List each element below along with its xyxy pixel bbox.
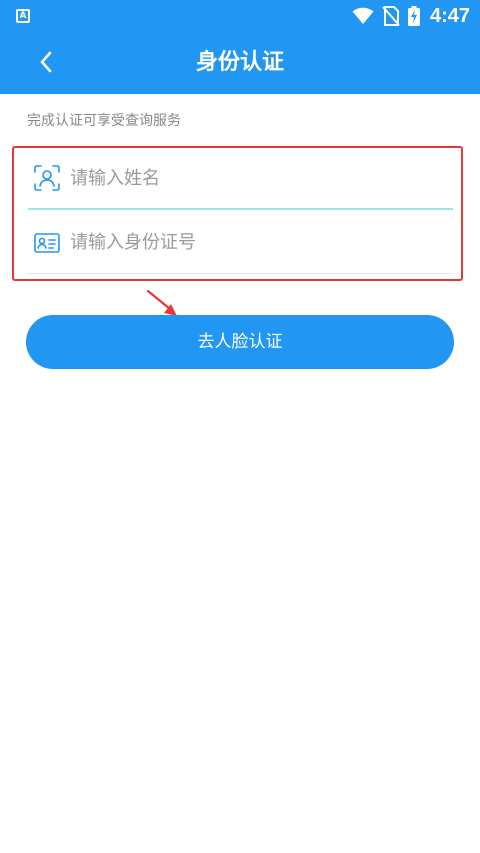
status-time: 4:47	[429, 4, 470, 27]
nav-bar: 身份认证	[0, 32, 480, 94]
status-bar: A 4:47	[0, 0, 480, 32]
battery-charging-icon	[407, 6, 420, 26]
top-bar: A 4:47 身份认证	[0, 0, 480, 94]
face-verification-button[interactable]: 去人脸认证	[26, 315, 454, 369]
app-icon: A	[16, 9, 30, 23]
back-button[interactable]	[26, 42, 66, 82]
name-input[interactable]	[70, 158, 430, 198]
id-field-row	[28, 212, 453, 274]
id-number-input[interactable]	[70, 222, 430, 263]
no-sim-icon	[382, 6, 400, 26]
face-scan-icon	[34, 165, 60, 191]
hint-text: 完成认证可享受查询服务	[27, 113, 181, 129]
page-title: 身份认证	[195, 50, 284, 75]
id-card-icon	[34, 232, 60, 253]
form-highlight-box	[12, 146, 463, 281]
wifi-icon	[352, 7, 374, 24]
back-arrow-icon	[40, 51, 52, 73]
status-icons: 4:47	[352, 4, 470, 28]
name-field-row	[28, 148, 453, 210]
